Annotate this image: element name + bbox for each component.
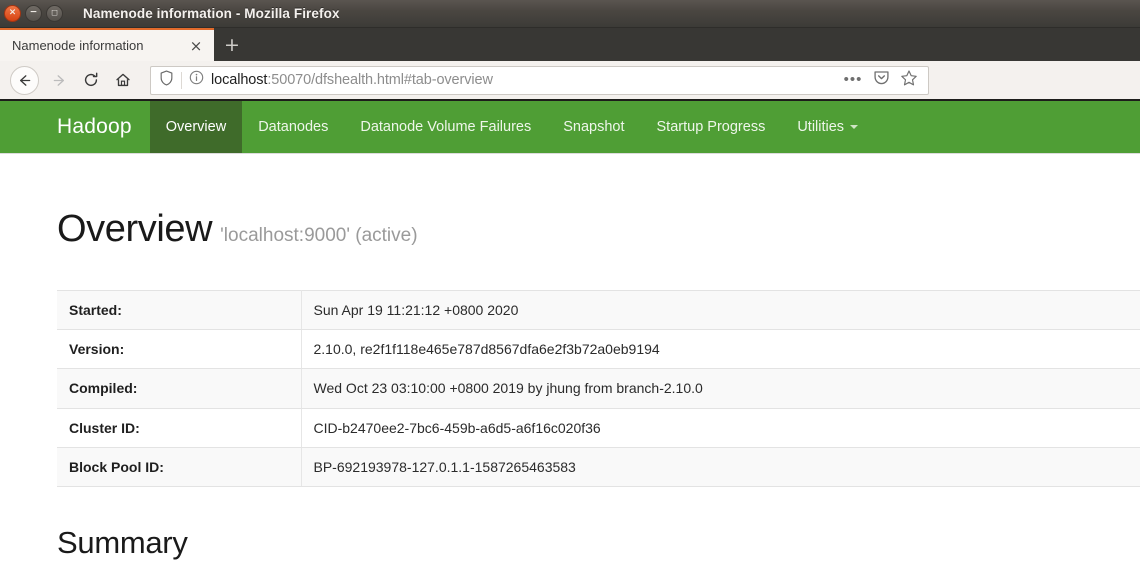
url-divider xyxy=(181,71,182,89)
reload-icon xyxy=(82,71,100,89)
star-icon xyxy=(900,69,918,92)
nav-item-overview[interactable]: Overview xyxy=(149,101,243,153)
back-button[interactable] xyxy=(10,65,39,95)
page-title: Overview 'localhost:9000' (active) xyxy=(57,210,1140,248)
nav-item-datanodes-label: Datanodes xyxy=(258,119,329,135)
info-icon[interactable] xyxy=(189,70,204,90)
row-label: Version: xyxy=(57,329,302,370)
window-maximize-button[interactable]: □ xyxy=(46,5,63,22)
window-close-button[interactable]: × xyxy=(4,5,21,22)
row-value: BP-692193978-127.0.1.1-1587265463583 xyxy=(301,447,1140,487)
nav-item-utilities[interactable]: Utilities xyxy=(781,101,874,153)
table-row: Started: Sun Apr 19 11:21:12 +0800 2020 xyxy=(57,290,1140,331)
forward-button[interactable] xyxy=(44,65,74,95)
summary-heading: Summary xyxy=(57,524,188,560)
table-row: Block Pool ID: BP-692193978-127.0.1.1-15… xyxy=(57,447,1140,487)
row-label: Started: xyxy=(57,290,302,331)
row-value: 2.10.0, re2f1f118e465e787d8567dfa6e2f3b7… xyxy=(301,329,1140,370)
window-controls: × − □ xyxy=(0,5,63,22)
new-tab-button[interactable]: + xyxy=(214,28,250,61)
row-value: Sun Apr 19 11:21:12 +0800 2020 xyxy=(301,290,1140,331)
nav-item-overview-label: Overview xyxy=(165,119,227,135)
ellipsis-icon: ••• xyxy=(843,71,863,88)
nav-item-startup-progress-label: Startup Progress xyxy=(656,119,766,135)
url-bar-identity xyxy=(151,69,204,91)
table-row: Version: 2.10.0, re2f1f118e465e787d8567d… xyxy=(57,329,1140,370)
url-host: localhost xyxy=(211,72,268,88)
table-row: Cluster ID: CID-b2470ee2-7bc6-459b-a6d5-… xyxy=(57,408,1140,448)
home-icon xyxy=(114,71,132,89)
pocket-icon xyxy=(873,69,890,91)
window-titlebar: × − □ Namenode information - Mozilla Fir… xyxy=(0,0,1140,28)
navbar-left-spacer xyxy=(0,101,57,153)
nav-item-snapshot[interactable]: Snapshot xyxy=(547,101,640,153)
back-arrow-icon xyxy=(16,72,33,89)
forward-arrow-icon xyxy=(51,72,68,89)
row-label: Compiled: xyxy=(57,368,302,409)
browser-tab-title: Namenode information xyxy=(12,38,144,53)
overview-info-table: Started: Sun Apr 19 11:21:12 +0800 2020 … xyxy=(57,290,1140,487)
tab-close-icon[interactable]: × xyxy=(186,36,206,56)
row-value: CID-b2470ee2-7bc6-459b-a6d5-a6f16c020f36 xyxy=(301,408,1140,448)
page-title-text: Overview xyxy=(57,208,213,250)
browser-toolbar: localhost:50070/dfshealth.html#tab-overv… xyxy=(0,61,1140,101)
nav-item-utilities-label: Utilities xyxy=(797,119,845,135)
hadoop-brand[interactable]: Hadoop xyxy=(57,101,150,153)
shield-icon[interactable] xyxy=(159,69,174,91)
row-label: Cluster ID: xyxy=(57,408,302,448)
nav-item-startup-progress[interactable]: Startup Progress xyxy=(641,101,782,153)
url-path: :50070/dfshealth.html#tab-overview xyxy=(267,72,493,88)
row-value: Wed Oct 23 03:10:00 +0800 2019 by jhung … xyxy=(301,368,1140,409)
window-title: Namenode information - Mozilla Firefox xyxy=(83,6,340,21)
page-actions-button[interactable]: ••• xyxy=(840,67,866,93)
page-title-subtext: 'localhost:9000' (active) xyxy=(220,225,418,246)
nav-item-datanode-volume-failures-label: Datanode Volume Failures xyxy=(360,119,532,135)
url-text[interactable]: localhost:50070/dfshealth.html#tab-overv… xyxy=(204,72,840,88)
url-bar[interactable]: localhost:50070/dfshealth.html#tab-overv… xyxy=(150,65,929,95)
chevron-down-icon xyxy=(850,125,859,129)
table-row: Compiled: Wed Oct 23 03:10:00 +0800 2019… xyxy=(57,368,1140,409)
url-bar-actions: ••• xyxy=(840,67,922,93)
browser-tab-strip: Namenode information × + xyxy=(0,28,1140,61)
reload-button[interactable] xyxy=(76,65,106,95)
hadoop-navbar: Hadoop Overview Datanodes Datanode Volum… xyxy=(0,101,1140,154)
bookmark-button[interactable] xyxy=(896,67,922,93)
window-minimize-button[interactable]: − xyxy=(25,5,42,22)
nav-item-datanode-volume-failures[interactable]: Datanode Volume Failures xyxy=(344,101,547,153)
home-button[interactable] xyxy=(108,65,138,95)
page-content: Overview 'localhost:9000' (active) Starte… xyxy=(0,210,1140,561)
maximize-icon: □ xyxy=(51,8,58,17)
nav-item-datanodes[interactable]: Datanodes xyxy=(242,101,344,153)
close-icon: × xyxy=(8,7,17,18)
pocket-button[interactable] xyxy=(868,67,894,93)
browser-tab-active[interactable]: Namenode information × xyxy=(0,28,214,61)
row-label: Block Pool ID: xyxy=(57,447,302,487)
minimize-icon: − xyxy=(29,7,38,18)
nav-item-snapshot-label: Snapshot xyxy=(563,119,625,135)
